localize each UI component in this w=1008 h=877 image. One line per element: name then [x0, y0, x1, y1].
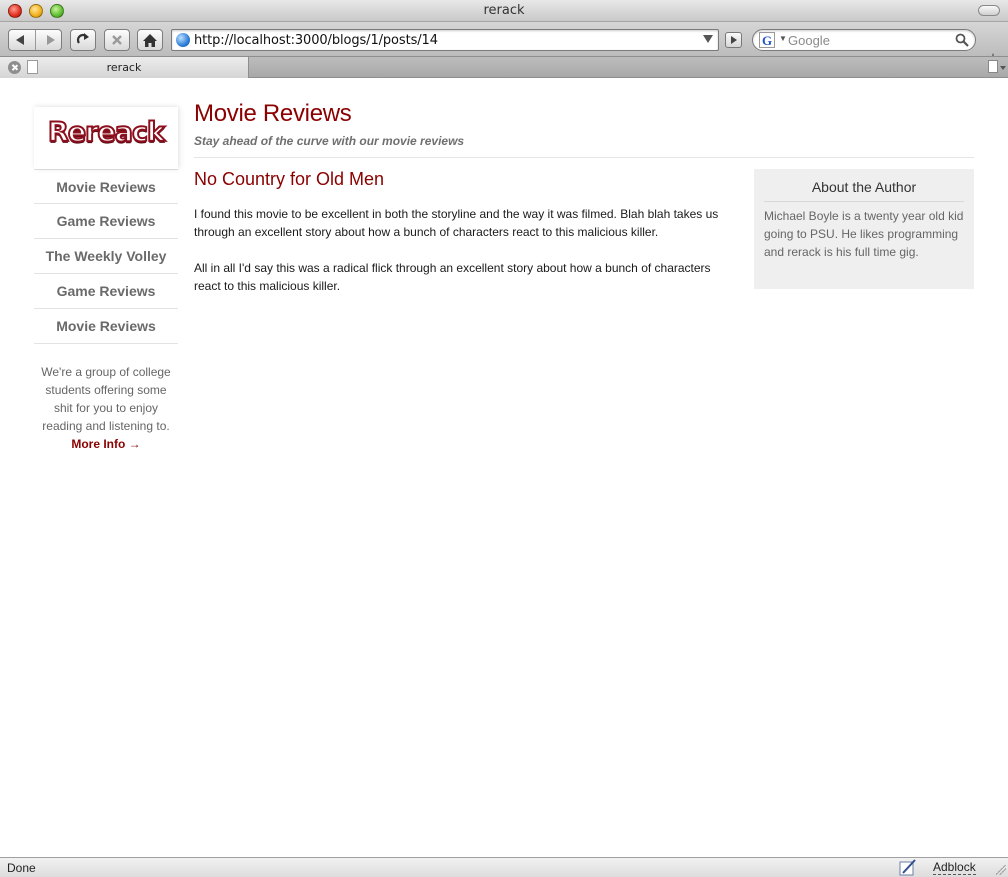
sidebar-nav: Movie Reviews Game Reviews The Weekly Vo…: [34, 169, 178, 344]
about-author-title: About the Author: [811, 179, 917, 195]
tab-strip: rerack: [0, 56, 1008, 78]
address-bar-url[interactable]: http://localhost:3000/blogs/1/posts/14: [194, 33, 438, 48]
home-button[interactable]: [137, 29, 163, 51]
status-bar: Done Adblock: [0, 857, 1008, 877]
resize-grip-icon[interactable]: [996, 865, 1006, 875]
sidebar-item-game-reviews-2[interactable]: Game Reviews: [34, 274, 178, 309]
post-title[interactable]: No Country for Old Men: [194, 169, 724, 190]
post-paragraph: I found this movie to be excellent in bo…: [194, 207, 719, 239]
tab-rerack[interactable]: rerack: [0, 57, 249, 78]
stop-button[interactable]: [104, 29, 130, 51]
forward-arrow-icon: [46, 35, 55, 45]
browser-toolbar: http://localhost:3000/blogs/1/posts/14 G…: [0, 22, 1008, 71]
about-author-text: Michael Boyle is a twenty year old kid g…: [764, 209, 964, 259]
sidebar-item-movie-reviews[interactable]: Movie Reviews: [34, 170, 178, 204]
google-engine-icon[interactable]: G: [759, 32, 775, 48]
forward-button[interactable]: [35, 30, 61, 50]
status-text: Done: [7, 861, 36, 875]
page-tagline: Stay ahead of the curve with our movie r…: [194, 134, 465, 148]
site-globe-icon: [176, 33, 190, 47]
about-blurb: We're a group of college students offeri…: [34, 363, 178, 453]
tab-list-button[interactable]: [988, 60, 1006, 74]
main-content: Movie Reviews Stay ahead of the curve wi…: [194, 100, 974, 293]
post-article: No Country for Old Men I found this movi…: [194, 169, 724, 295]
stop-x-icon: [112, 35, 122, 45]
adblock-brush-icon[interactable]: [899, 859, 917, 876]
more-info-link[interactable]: More Info →: [71, 437, 140, 451]
post-body: I found this movie to be excellent in bo…: [194, 205, 724, 295]
sidebar-item-game-reviews[interactable]: Game Reviews: [34, 204, 178, 239]
back-forward-buttons: [8, 29, 62, 51]
window-title: rerack: [483, 3, 525, 18]
adblock-button[interactable]: Adblock: [933, 861, 976, 875]
header-divider: [194, 157, 974, 158]
reload-button[interactable]: [70, 29, 96, 51]
about-author-box: About the Author Michael Boyle is a twen…: [754, 169, 974, 289]
back-button[interactable]: [9, 30, 35, 50]
home-icon: [143, 33, 157, 47]
search-box[interactable]: G ▼ Google: [752, 29, 976, 51]
back-arrow-icon: [16, 35, 24, 45]
logo-container[interactable]: Rereack: [34, 107, 178, 169]
search-input[interactable]: Google: [788, 33, 830, 48]
about-blurb-text: We're a group of college students offeri…: [41, 365, 171, 433]
chevron-down-icon: [1000, 66, 1006, 70]
go-button[interactable]: [725, 32, 742, 48]
page-icon: [988, 60, 998, 73]
url-history-dropdown-icon[interactable]: [703, 35, 713, 43]
page-title: Movie Reviews: [194, 100, 352, 127]
tab-label: rerack: [106, 61, 142, 74]
reload-icon: [76, 33, 89, 44]
sidebar-item-weekly-volley[interactable]: The Weekly Volley: [34, 239, 178, 274]
sidebar-item-movie-reviews-2[interactable]: Movie Reviews: [34, 309, 178, 344]
sidebar: Rereack Movie Reviews Game Reviews The W…: [34, 107, 178, 453]
window-titlebar: rerack: [0, 0, 1008, 22]
address-bar[interactable]: http://localhost:3000/blogs/1/posts/14: [171, 29, 719, 51]
search-magnifier-icon[interactable]: [955, 33, 969, 47]
post-paragraph: All in all I'd say this was a radical fl…: [194, 261, 711, 293]
engine-dropdown-icon[interactable]: ▼: [779, 34, 787, 43]
author-divider: [764, 201, 964, 202]
toolbar-toggle-button[interactable]: [978, 5, 1000, 16]
site-logo[interactable]: Rereack: [34, 116, 178, 149]
